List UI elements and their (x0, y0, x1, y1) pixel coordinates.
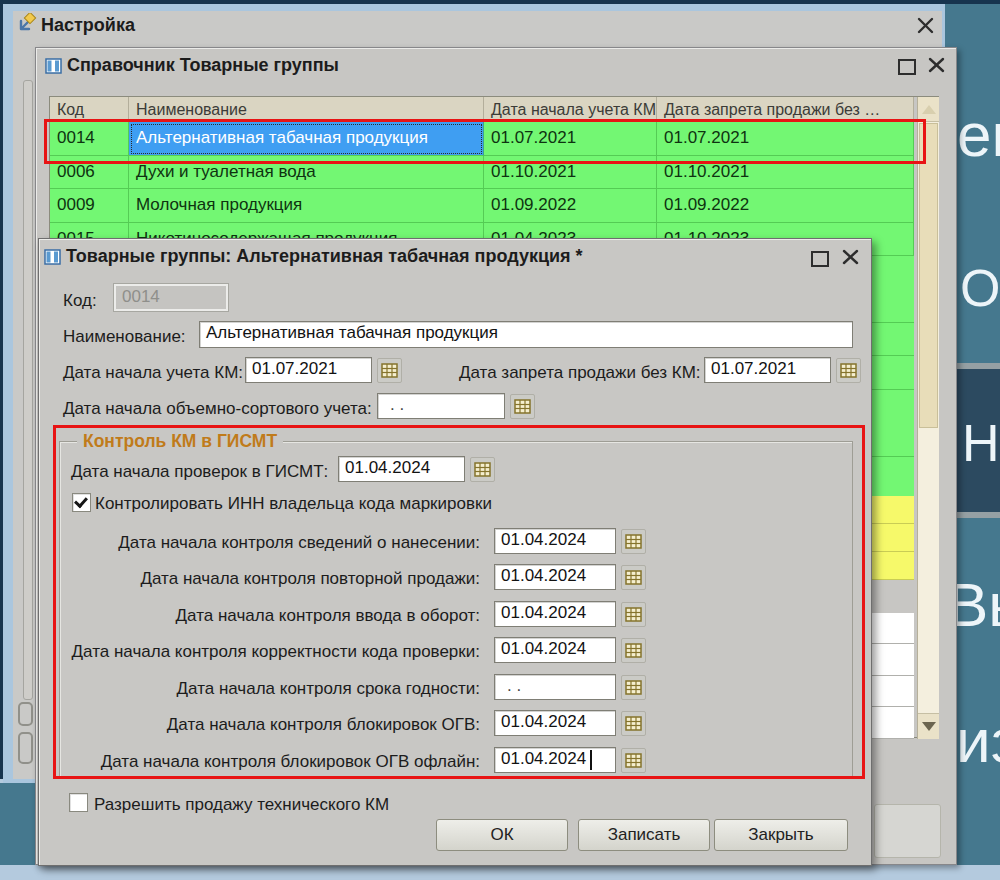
control-row-label: Дата начала контроля корректности кода п… (63, 642, 480, 662)
cell-name[interactable]: Молочная продукция (129, 189, 484, 223)
dialog-close-button[interactable] (841, 248, 861, 267)
code-field[interactable]: 0014 (114, 284, 228, 311)
close-button[interactable]: Закрыть (714, 819, 848, 851)
settings-window-title: Настройка (41, 15, 135, 36)
table-icon (44, 248, 62, 266)
side-splitter-grip[interactable] (18, 732, 33, 764)
volume-date-label: Дата начала объемно-сортового учета: (63, 399, 372, 419)
control-row-label: Дата начала контроля срока годности: (63, 679, 480, 699)
column-header-km-start[interactable]: Дата начала учета КМ (484, 97, 657, 122)
code-label: Код: (63, 291, 97, 311)
calendar-picker-button[interactable] (621, 565, 646, 590)
cell-sale-ban[interactable]: 01.09.2022 (657, 189, 914, 223)
control-row-field[interactable]: 01.04.2024 (494, 564, 616, 590)
catalog-maximize-button[interactable] (898, 59, 916, 75)
km-start-label: Дата начала учета КМ: (63, 363, 243, 383)
scrollbar-up-button[interactable] (918, 97, 939, 122)
gismt-check-label: Дата начала проверок в ГИСМТ: (71, 462, 328, 482)
calendar-picker-button[interactable] (470, 457, 495, 482)
control-row-field[interactable]: . . (494, 674, 616, 700)
volume-date-field[interactable]: . . (377, 393, 505, 419)
control-row-label: Дата начала контроля сведений о нанесени… (63, 533, 480, 553)
table-scrollbar[interactable] (917, 97, 939, 739)
control-row-field[interactable]: 01.04.2024 (494, 528, 616, 554)
side-splitter-strip[interactable] (23, 80, 33, 700)
control-row-field[interactable]: 01.04.2024 (494, 601, 616, 627)
screenshot-root: ен От Н Вы из Настройка (0, 0, 1000, 880)
control-row-field[interactable]: 01.04.2024 (494, 747, 616, 773)
item-dialog: Товарные группы: Альтернативная табачная… (38, 238, 872, 866)
background-button-stub[interactable] (874, 804, 941, 858)
text-cursor (590, 750, 592, 770)
inn-checkbox-label: Контролировать ИНН владельца кода маркир… (95, 494, 492, 514)
calendar-picker-button[interactable] (510, 394, 535, 419)
scroll-down-icon (922, 722, 936, 731)
calendar-picker-button[interactable] (621, 602, 646, 627)
background-text-fragment: из (956, 710, 1000, 772)
cell-name[interactable]: Духи и туалетная вода (129, 156, 484, 189)
table-icon (45, 57, 63, 75)
column-header-code[interactable]: Код (50, 97, 129, 122)
control-row-label: Дата начала контроля ввода в оборот: (63, 606, 480, 626)
catalog-window-title: Справочник Товарные группы (67, 55, 339, 76)
control-row-label: Дата начала контроля блокировок ОГВ: (63, 715, 480, 735)
scrollbar-down-button[interactable] (918, 713, 939, 739)
ok-button[interactable]: ОК (436, 819, 568, 851)
cell-code[interactable]: 0014 (50, 122, 129, 156)
control-group-title: Контроль КМ в ГИСМТ (77, 431, 283, 452)
cell-km-start[interactable]: 01.09.2022 (484, 189, 657, 223)
calendar-picker-button[interactable] (621, 638, 646, 663)
dialog-maximize-button[interactable] (811, 251, 829, 267)
gismt-check-field[interactable]: 01.04.2024 (338, 456, 465, 482)
background-text-fragment: ен (957, 104, 1000, 166)
column-header-sale-ban[interactable]: Дата запрета продажи без … (657, 97, 914, 122)
settings-close-button[interactable] (915, 16, 937, 36)
calendar-picker-button[interactable] (621, 711, 646, 736)
tech-km-checkbox-label: Разрешить продажу технического КМ (94, 795, 389, 815)
control-row-field[interactable]: 01.04.2024 (494, 710, 616, 736)
cell-code[interactable]: 0009 (50, 189, 129, 223)
sale-ban-field[interactable]: 01.07.2021 (704, 357, 831, 383)
scroll-up-icon (922, 105, 936, 114)
scrollbar-thumb[interactable] (919, 123, 938, 428)
sale-ban-label: Дата запрета продажи без КМ: (459, 363, 699, 383)
item-dialog-title: Товарные группы: Альтернативная табачная… (66, 246, 583, 267)
cell-km-start[interactable]: 01.10.2021 (484, 156, 657, 189)
background-text-fragment: Н (962, 417, 1000, 469)
cell-km-start[interactable]: 01.07.2021 (484, 122, 657, 156)
write-button[interactable]: Записать (578, 819, 710, 851)
calendar-picker-button[interactable] (836, 358, 861, 383)
name-field[interactable]: Альтернативная табачная продукция (199, 321, 853, 348)
form-icon (17, 13, 37, 33)
control-row-field[interactable]: 01.04.2024 (494, 637, 616, 663)
cell-name-selected[interactable]: Альтернативная табачная продукция (129, 122, 484, 156)
inn-checkbox[interactable] (72, 493, 91, 512)
cell-sale-ban[interactable]: 01.10.2021 (657, 156, 914, 189)
control-row-label: Дата начала контроля повторной продажи: (63, 569, 480, 589)
calendar-picker-button[interactable] (621, 748, 646, 773)
column-header-name[interactable]: Наименование (129, 97, 484, 122)
calendar-picker-button[interactable] (377, 358, 402, 383)
tech-km-checkbox[interactable] (69, 793, 88, 812)
calendar-picker-button[interactable] (621, 529, 646, 554)
km-start-field[interactable]: 01.07.2021 (245, 357, 372, 383)
calendar-picker-button[interactable] (621, 675, 646, 700)
cell-sale-ban[interactable]: 01.07.2021 (657, 122, 914, 156)
catalog-close-button[interactable] (927, 56, 947, 75)
cell-code[interactable]: 0006 (50, 156, 129, 189)
background-text-fragment: От (960, 262, 1000, 314)
side-splitter-grip[interactable] (18, 702, 33, 726)
name-label: Наименование: (63, 327, 186, 347)
control-row-label: Дата начала контроля блокировок ОГВ офла… (63, 752, 480, 772)
